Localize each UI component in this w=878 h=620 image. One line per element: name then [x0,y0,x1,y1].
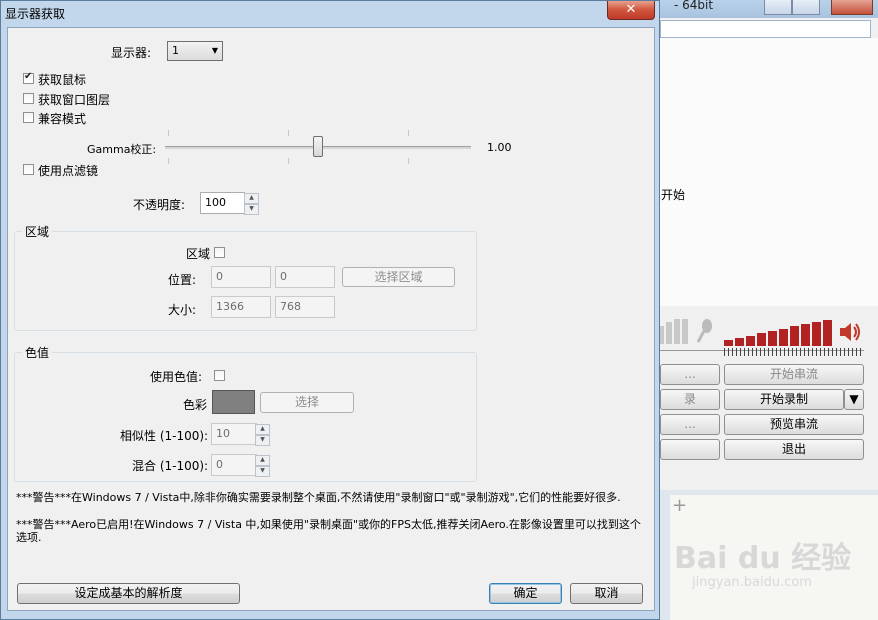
region-checkbox[interactable] [214,247,225,258]
gamma-slider-ticks-bottom [168,158,468,164]
bg-left-button-2[interactable]: 录 [660,389,720,410]
dialog-client: 显示器: 1 ▼ 获取鼠标 获取窗口图层 兼容模式 Gamma校正: 1.00 … [7,27,655,611]
spin-down-icon[interactable]: ▼ [255,466,270,477]
watermark-url: jingyan.baidu.com [692,575,812,590]
width-input[interactable]: 1366 [211,296,271,318]
spin-up-icon[interactable]: ▲ [255,424,270,435]
spin-up-icon[interactable]: ▲ [255,455,270,466]
blend-label: 混合 (1-100): [132,459,209,473]
spin-down-icon[interactable]: ▼ [255,435,270,446]
background-window: - 64bit 开始 ... 开始串流 录 开始录制 ▼ ... 预览串流 退出 [645,0,878,490]
compat-mode-label: 兼容模式 [38,112,87,126]
exit-button[interactable]: 退出 [724,439,864,460]
start-streaming-button[interactable]: 开始串流 [724,364,864,385]
spin-down-icon[interactable]: ▼ [244,204,259,215]
use-color-checkbox[interactable] [214,370,225,381]
select-color-button[interactable]: 选择 [260,392,354,413]
region-label: 区域 [186,247,211,261]
volume-slider-ticks [724,348,864,356]
spin-up-icon[interactable]: ▲ [244,193,259,204]
start-recording-button[interactable]: 开始录制 [724,389,844,410]
blend-input[interactable]: 0 [211,454,257,476]
select-region-button[interactable]: 选择区域 [342,267,455,287]
color-label: 色彩 [183,398,208,412]
microphone-icon[interactable] [696,318,714,344]
use-color-label: 使用色值: [150,370,203,384]
capture-cursor-checkbox[interactable] [23,71,34,84]
warning-text-1: ***警告***在Windows 7 / Vista中,除非你确实需要录制整个桌… [16,491,621,504]
color-swatch[interactable] [212,390,255,414]
similarity-label: 相似性 (1-100): [120,429,209,443]
region-group-title: 区域 [22,223,53,240]
maximize-button[interactable] [792,0,820,15]
height-input[interactable]: 768 [275,296,335,318]
bg-left-button-3[interactable]: ... [660,414,720,435]
cancel-button[interactable]: 取消 [570,583,643,604]
preview-area [646,38,878,306]
display-capture-dialog: 显示器获取 ✕ 显示器: 1 ▼ 获取鼠标 获取窗口图层 兼容模式 Gamma校… [0,0,660,620]
point-filter-label: 使用点滤镜 [38,164,99,178]
set-base-resolution-button[interactable]: 设定成基本的解析度 [17,583,240,604]
scene-list-header [660,20,871,38]
preview-stream-button[interactable]: 预览串流 [724,414,864,435]
chevron-down-icon: ▼ [211,46,218,55]
color-group-title: 色值 [22,344,53,361]
bg-left-button-4[interactable] [660,439,720,460]
background-close-button[interactable] [831,0,873,15]
gamma-slider-thumb[interactable] [313,136,323,157]
point-filter-checkbox[interactable] [23,164,34,175]
watermark-brand: Bai du 经验 [674,541,852,576]
recording-dropdown-arrow-icon[interactable]: ▼ [844,389,864,410]
opacity-input[interactable]: 100 [200,192,245,214]
ok-button[interactable]: 确定 [489,583,562,604]
blend-spinner[interactable]: ▲ ▼ [255,455,270,477]
minimize-button[interactable] [764,0,792,15]
plus-icon: + [672,495,688,516]
bg-left-button-1[interactable]: ... [660,364,720,385]
opacity-label: 不透明度: [133,198,186,212]
gamma-label: Gamma校正: [87,143,157,156]
position-label: 位置: [168,273,197,287]
close-icon: ✕ [625,2,637,17]
gamma-value: 1.00 [487,141,512,154]
similarity-spinner[interactable]: ▲ ▼ [255,424,270,446]
position-x-input[interactable]: 0 [211,266,271,288]
position-y-input[interactable]: 0 [275,266,335,288]
capture-layered-checkbox[interactable] [23,93,34,104]
start-fragment: 开始 [661,188,686,202]
compat-mode-checkbox[interactable] [23,112,34,123]
capture-layered-label: 获取窗口图层 [38,93,111,107]
speaker-icon[interactable] [838,320,862,344]
monitor-select[interactable]: 1 ▼ [167,41,223,61]
monitor-value: 1 [172,44,179,57]
watermark: + Bai du 经验 jingyan.baidu.com [670,495,878,620]
close-button[interactable]: ✕ [607,1,655,20]
background-title: - 64bit [674,0,714,12]
monitor-label: 显示器: [111,46,152,60]
volume-meter [724,320,832,346]
opacity-spinner[interactable]: ▲ ▼ [244,193,259,215]
dialog-title: 显示器获取 [5,7,66,21]
capture-cursor-label: 获取鼠标 [38,73,87,87]
similarity-input[interactable]: 10 [211,423,257,445]
warning-text-2: ***警告***Aero已启用!在Windows 7 / Vista 中,如果使… [16,518,641,544]
size-label: 大小: [168,303,197,317]
